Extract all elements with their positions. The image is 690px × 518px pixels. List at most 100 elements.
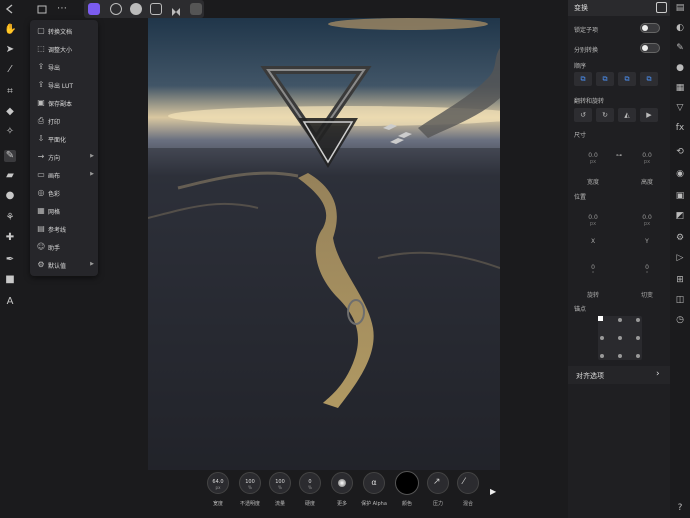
- grid-icon: ▦: [37, 206, 45, 215]
- lock-children-toggle[interactable]: [640, 23, 660, 33]
- brush-width-label: 宽度: [212, 501, 223, 507]
- anchor-top-right[interactable]: [636, 318, 640, 322]
- pressure-control[interactable]: ↗: [427, 472, 449, 494]
- menu-item-convert[interactable]: ▢ 转换文档: [30, 22, 98, 40]
- menu-item-flatten[interactable]: ⇩ 平面化: [30, 130, 98, 148]
- menu-item-guides[interactable]: ▤ 参考线: [30, 220, 98, 238]
- anchor-selector[interactable]: [598, 316, 642, 360]
- photo-persona-icon[interactable]: [88, 3, 100, 15]
- move-to-front-icon[interactable]: ⧉: [640, 72, 658, 86]
- move-tool-icon[interactable]: ➤: [4, 44, 16, 56]
- menu-item-print[interactable]: ⎙ 打印: [30, 112, 98, 130]
- width-value[interactable]: 0.0: [576, 152, 610, 159]
- menu-item-assistant[interactable]: ☺ 助手: [30, 238, 98, 256]
- brush-more-control[interactable]: [331, 472, 353, 494]
- brush-hardness-control[interactable]: 0 %: [299, 472, 321, 494]
- menu-item-export[interactable]: ⇪ 导出: [30, 58, 98, 76]
- dodge-tool-icon[interactable]: ●: [4, 190, 16, 202]
- separate-transform-toggle[interactable]: [640, 43, 660, 53]
- preferences-icon[interactable]: [190, 3, 202, 15]
- text-styles-icon[interactable]: ⊞: [674, 274, 686, 286]
- paint-brush-tool-icon[interactable]: ✎: [4, 150, 16, 162]
- channels-icon[interactable]: ▷: [674, 252, 686, 264]
- history-icon[interactable]: ⟲: [674, 146, 686, 158]
- brush-flow-control[interactable]: 100 %: [269, 472, 291, 494]
- selection-brush-tool-icon[interactable]: ✧: [4, 126, 16, 138]
- rotate-left-icon[interactable]: ↺: [574, 108, 592, 122]
- transform-studio-icon[interactable]: ◩: [674, 210, 686, 222]
- color-studio-icon[interactable]: ●: [674, 62, 686, 74]
- document-menu: ▢ 转换文档 ⬚ 调整大小 ⇪ 导出 ⇪ 导出 LUT ▣ 保存副本 ⎙ 打印 …: [30, 20, 98, 276]
- blend-control[interactable]: ⁄: [457, 472, 479, 494]
- link-aspect-icon[interactable]: ⊶: [616, 152, 622, 159]
- share-icon[interactable]: [36, 3, 48, 15]
- pen-tool-icon[interactable]: ✒: [4, 254, 16, 266]
- x-value[interactable]: 0.0: [576, 214, 610, 221]
- ellipsis-icon[interactable]: ⋯: [56, 3, 68, 15]
- menu-item-defaults[interactable]: ⚙ 默认值 ▶: [30, 256, 98, 274]
- navigator-icon[interactable]: ⚙: [674, 232, 686, 244]
- brush-icon: ⁄: [463, 477, 465, 487]
- swatches-icon[interactable]: ▦: [674, 82, 686, 94]
- fx-icon[interactable]: fx: [674, 122, 686, 134]
- y-unit: px: [643, 221, 651, 227]
- layers-icon[interactable]: ▤: [674, 2, 686, 14]
- anchor-bottom-center[interactable]: [618, 354, 622, 358]
- camera-icon[interactable]: ◉: [674, 168, 686, 180]
- text-tool-icon[interactable]: A: [4, 296, 16, 308]
- brush-color-label: 颜色: [401, 501, 412, 507]
- liquify-persona-icon[interactable]: [110, 3, 122, 15]
- move-forward-one-icon[interactable]: ⧉: [618, 72, 636, 86]
- height-value[interactable]: 0.0: [630, 152, 664, 159]
- document-canvas[interactable]: [148, 18, 500, 470]
- shear-value[interactable]: 0: [630, 264, 664, 271]
- menu-item-save-copy[interactable]: ▣ 保存副本: [30, 94, 98, 112]
- erase-tool-icon[interactable]: ▰: [4, 170, 16, 182]
- y-value[interactable]: 0.0: [630, 214, 664, 221]
- anchor-top-left[interactable]: [598, 316, 603, 321]
- anchor-middle-left[interactable]: [600, 336, 604, 340]
- healing-tool-icon[interactable]: ✚: [4, 232, 16, 244]
- export-persona-icon[interactable]: [170, 3, 182, 16]
- anchor-top-center[interactable]: [618, 318, 622, 322]
- anchor-center[interactable]: [618, 336, 622, 340]
- help-icon[interactable]: ?: [674, 502, 686, 514]
- flip-vertical-icon[interactable]: ▶: [640, 108, 658, 122]
- shape-tool-icon[interactable]: ■: [4, 274, 16, 286]
- anchor-bottom-right[interactable]: [636, 354, 640, 358]
- macro-icon[interactable]: ◷: [674, 314, 686, 326]
- menu-item-grid[interactable]: ▦ 网格: [30, 202, 98, 220]
- anchor-bottom-left[interactable]: [600, 354, 604, 358]
- anchor-middle-right[interactable]: [636, 336, 640, 340]
- move-back-one-icon[interactable]: ⧉: [596, 72, 614, 86]
- tone-mapping-persona-icon[interactable]: [150, 3, 162, 15]
- move-to-back-icon[interactable]: ⧉: [574, 72, 592, 86]
- filters-icon[interactable]: ▽: [674, 102, 686, 114]
- menu-item-export-lut[interactable]: ⇪ 导出 LUT: [30, 76, 98, 94]
- crop-tool-icon[interactable]: ⌗: [4, 86, 16, 98]
- brush-opacity-control[interactable]: 100 %: [239, 472, 261, 494]
- develop-persona-icon[interactable]: [130, 3, 142, 15]
- brush-width-control[interactable]: 64.0 px: [207, 472, 229, 494]
- rotate-value[interactable]: 0: [576, 264, 610, 271]
- expand-context-bar-icon[interactable]: ▶: [490, 488, 498, 496]
- assets-icon[interactable]: ◫: [674, 294, 686, 306]
- flip-horizontal-icon[interactable]: ◭: [618, 108, 636, 122]
- rotate-right-icon[interactable]: ↻: [596, 108, 614, 122]
- stock-icon[interactable]: ▣: [674, 190, 686, 202]
- protect-alpha-control[interactable]: α: [363, 472, 385, 494]
- panel-options-icon[interactable]: [656, 2, 667, 13]
- menu-item-resize[interactable]: ⬚ 调整大小: [30, 40, 98, 58]
- clone-tool-icon[interactable]: ⚘: [4, 212, 16, 224]
- fill-tool-icon[interactable]: ◆: [4, 106, 16, 118]
- color-picker-tool-icon[interactable]: ⁄: [4, 64, 16, 76]
- brushes-icon[interactable]: ✎: [674, 42, 686, 54]
- arrow-left-icon[interactable]: [4, 3, 16, 15]
- adjustments-icon[interactable]: ◐: [674, 22, 686, 34]
- hand-tool-icon[interactable]: ✋: [4, 24, 16, 36]
- align-options-row[interactable]: 对齐选项 ›: [568, 366, 670, 384]
- brush-color-swatch[interactable]: [395, 471, 419, 495]
- menu-item-orientation[interactable]: → 方向 ▶: [30, 148, 98, 166]
- menu-item-color[interactable]: ◎ 色彩: [30, 184, 98, 202]
- menu-item-canvas[interactable]: ▭ 画布 ▶: [30, 166, 98, 184]
